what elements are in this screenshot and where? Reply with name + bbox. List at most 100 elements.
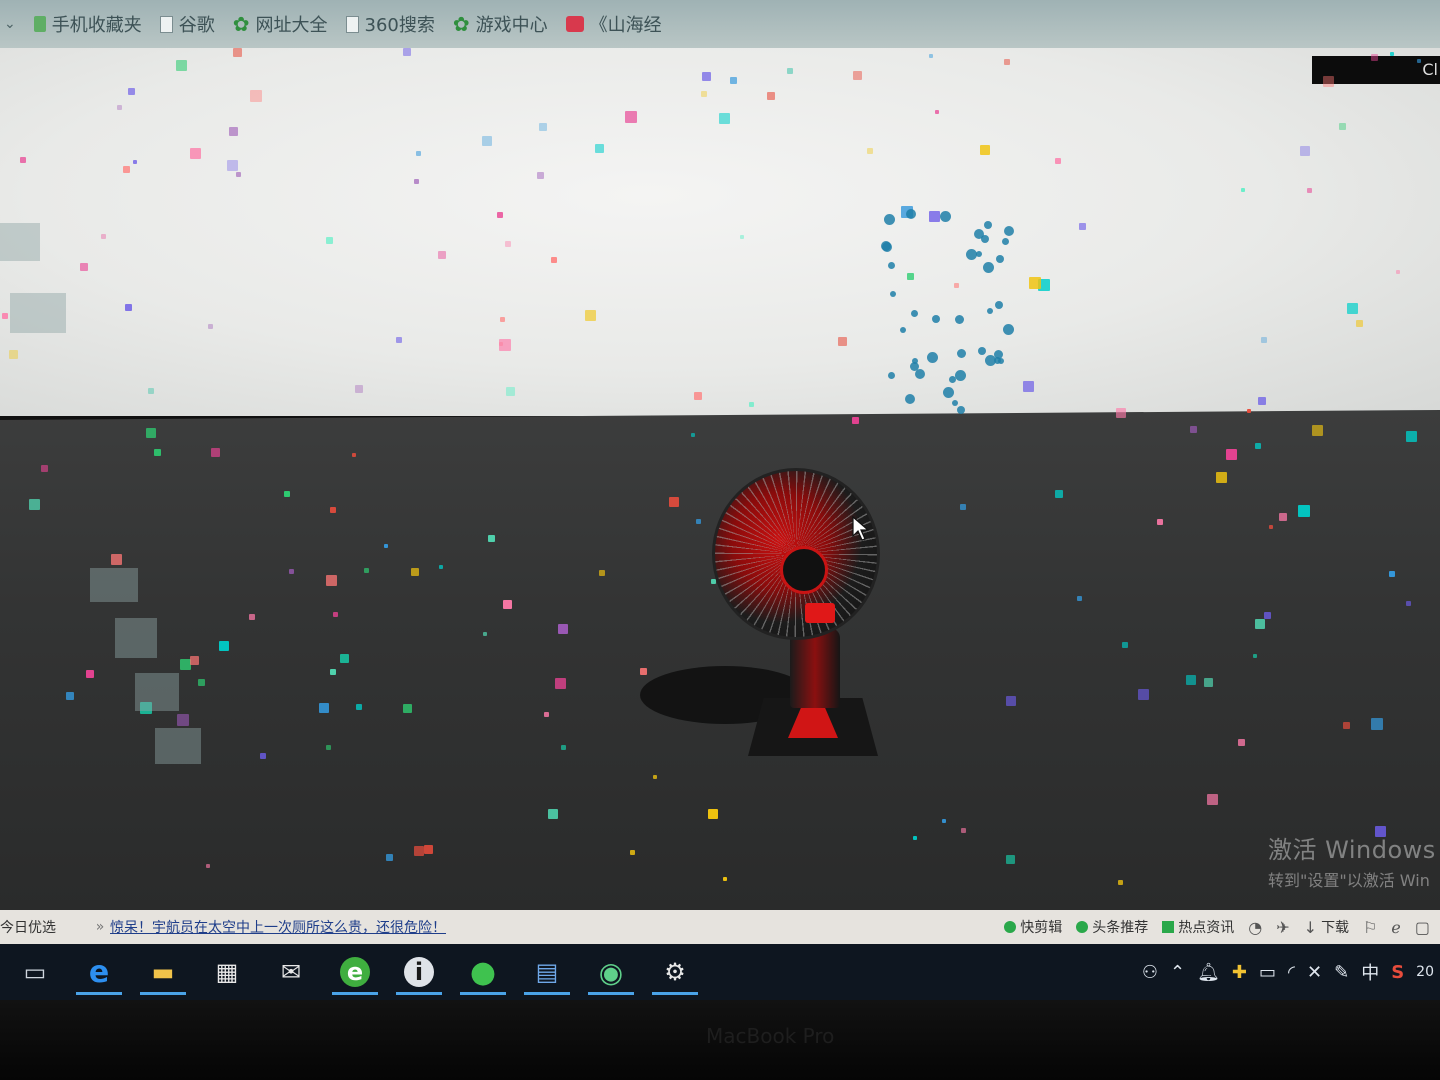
ie-icon[interactable]: ℯ [1391,918,1400,937]
bookmark-mobile-favorites[interactable]: 手机收藏夹 [33,11,142,37]
webgl-viewport[interactable]: Cl 激活 Windows 转到"设置"以激活 Win [0,48,1440,910]
bookmark-360-search[interactable]: 360搜索 [345,11,435,37]
window-icon[interactable]: ▢ [1415,918,1430,937]
battery-icon[interactable]: ▭ [1259,962,1276,983]
chevron-up-icon[interactable]: ⌃ [1170,962,1185,983]
particle [1390,52,1394,56]
pen-icon[interactable]: ✎ [1334,962,1349,983]
pin-icon[interactable]: ✈ [1276,918,1289,937]
particle-cluster-dot [955,370,966,381]
flag-icon[interactable]: ⚐ [1363,918,1377,937]
particle [500,317,505,322]
browser-360-button[interactable]: e [326,947,384,997]
particle [1006,855,1015,864]
particle [1241,188,1245,192]
particle-large [135,673,179,711]
particle [1055,490,1063,498]
particle [1079,223,1086,230]
particle [80,263,88,271]
store-button[interactable]: ▦ [198,947,256,997]
particle [1264,612,1271,619]
particle [694,392,702,400]
security-icon[interactable]: ✚ [1232,962,1247,983]
bookmark-shanhaijing[interactable]: 《山海经 [565,11,662,37]
news-left-label[interactable]: 今日优选 [0,917,90,937]
watermark-subtitle: 转到"设置"以激活 Win [1268,871,1430,890]
bookmark-game-center[interactable]: ✿ 游戏中心 [453,11,548,37]
sogou-icon[interactable]: S [1391,962,1404,983]
particle [101,234,106,239]
settings-icon: ⚙ [664,958,686,986]
fan-knob [805,603,835,623]
bookmark-label: 手机收藏夹 [51,15,142,36]
download-label: 下载 [1321,920,1350,936]
news-headline-link[interactable]: 惊呆！宇航员在太空中上一次厕所这么贵，还很危险！ [110,917,810,937]
particle [537,172,544,179]
bookmark-url-directory[interactable]: ✿ 网址大全 [233,11,328,37]
mail-button[interactable]: ✉ [262,947,320,997]
news-toolbar: 快剪辑 头条推荐 热点资讯 ◔ ✈ ↓ 下载 ⚐ ℯ ▢ [1004,917,1440,937]
particle [249,614,255,620]
particle [561,745,566,750]
task-view-icon: ▭ [23,958,47,986]
ime-indicator[interactable]: 中 [1361,959,1379,985]
particle [1347,303,1358,314]
particle [640,668,647,675]
particle-cluster-dot [955,315,964,324]
edge-icon: e [88,954,110,990]
particle [330,507,336,513]
particle [1157,519,1163,525]
file-explorer-button[interactable]: ▬ [134,947,192,997]
particle [961,828,966,833]
app-green-icon: ◉ [598,955,624,989]
bookmark-google[interactable]: 谷歌 [159,11,215,37]
wechat-button[interactable]: ● [454,947,512,997]
particle [1116,408,1126,418]
particle [424,845,433,854]
particle-cluster-dot [976,251,982,257]
app-green-button[interactable]: ◉ [582,947,640,997]
download-button[interactable]: ↓ 下载 [1304,917,1349,937]
wechat-icon: ● [469,954,497,990]
particle [669,497,679,507]
top-recommend-button[interactable]: 头条推荐 [1076,917,1148,937]
particle [1312,425,1323,436]
edge-button[interactable]: e [70,947,128,997]
particle [503,600,512,609]
hot-news-button[interactable]: 热点资讯 [1162,917,1234,937]
quick-edit-label: 快剪辑 [1020,920,1063,936]
speed-icon[interactable]: ◔ [1248,918,1262,937]
quick-edit-button[interactable]: 快剪辑 [1004,917,1062,937]
particle [125,304,132,311]
particle [2,313,8,319]
wifi-icon[interactable]: ◜ [1288,962,1295,983]
particle [355,385,363,393]
people-icon[interactable]: ⚇ [1142,962,1158,983]
particle-cluster-dot [932,315,940,323]
particle [730,77,737,84]
volume-mute-icon[interactable]: ✕ [1307,962,1322,983]
particle [319,703,329,713]
image-viewer-button[interactable]: ▤ [518,947,576,997]
news-icon [1162,921,1175,933]
particle [585,310,596,321]
particle [117,105,122,110]
particle [1339,123,1346,130]
particle-cluster-dot [910,362,919,371]
particle [1077,596,1082,601]
particle [787,68,793,74]
particle [1255,443,1261,449]
bookmarks-chevron-icon[interactable]: ⌄ [4,16,16,32]
particle [595,144,604,153]
task-view-button[interactable]: ▭ [6,947,64,997]
particle-cluster-dot [995,301,1003,309]
particle [1226,449,1237,460]
settings-button[interactable]: ⚙ [646,947,704,997]
particle [340,654,349,663]
particle [1417,59,1421,63]
app-i-button[interactable]: i [390,947,448,997]
particle [708,809,718,819]
particle [352,453,356,457]
notification-bell-icon[interactable]: 🔔︎ [1197,962,1220,983]
clock-text[interactable]: 20 [1416,964,1434,980]
